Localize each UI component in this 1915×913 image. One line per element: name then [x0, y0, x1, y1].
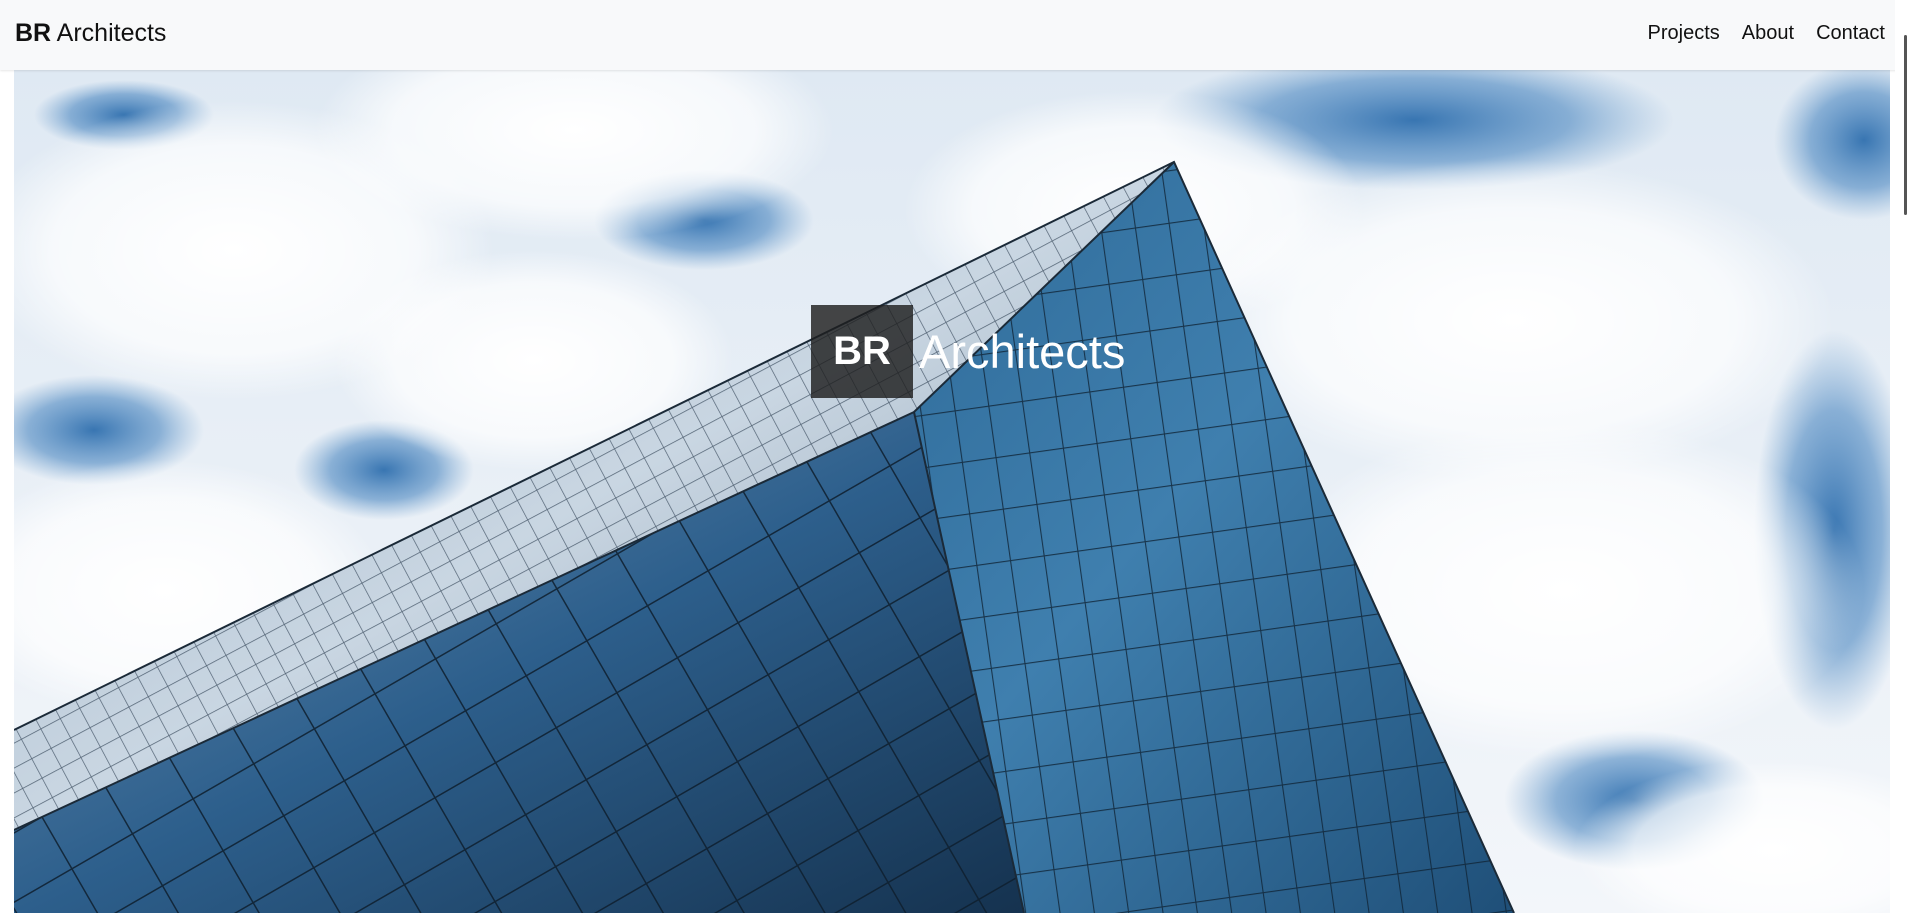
nav-link-about[interactable]: About: [1742, 22, 1794, 45]
nav-menu: Projects About Contact: [1648, 22, 1885, 45]
hero-logo-badge: BR: [811, 305, 913, 398]
brand-text: Architects: [51, 19, 167, 47]
scrollbar-thumb[interactable]: [1904, 35, 1907, 215]
vertical-scrollbar[interactable]: [1895, 0, 1915, 913]
hero-title-text: Architects: [919, 325, 1126, 378]
nav-link-projects[interactable]: Projects: [1648, 22, 1720, 45]
hero-section: BR Architects: [14, 70, 1890, 913]
brand-logo[interactable]: BR Architects: [15, 19, 166, 48]
navbar: BR Architects Projects About Contact: [0, 0, 1915, 70]
hero-title: BR Architects: [811, 305, 1125, 398]
nav-link-contact[interactable]: Contact: [1816, 22, 1885, 45]
hero-image: [14, 70, 1890, 913]
brand-bold: BR: [15, 19, 52, 47]
